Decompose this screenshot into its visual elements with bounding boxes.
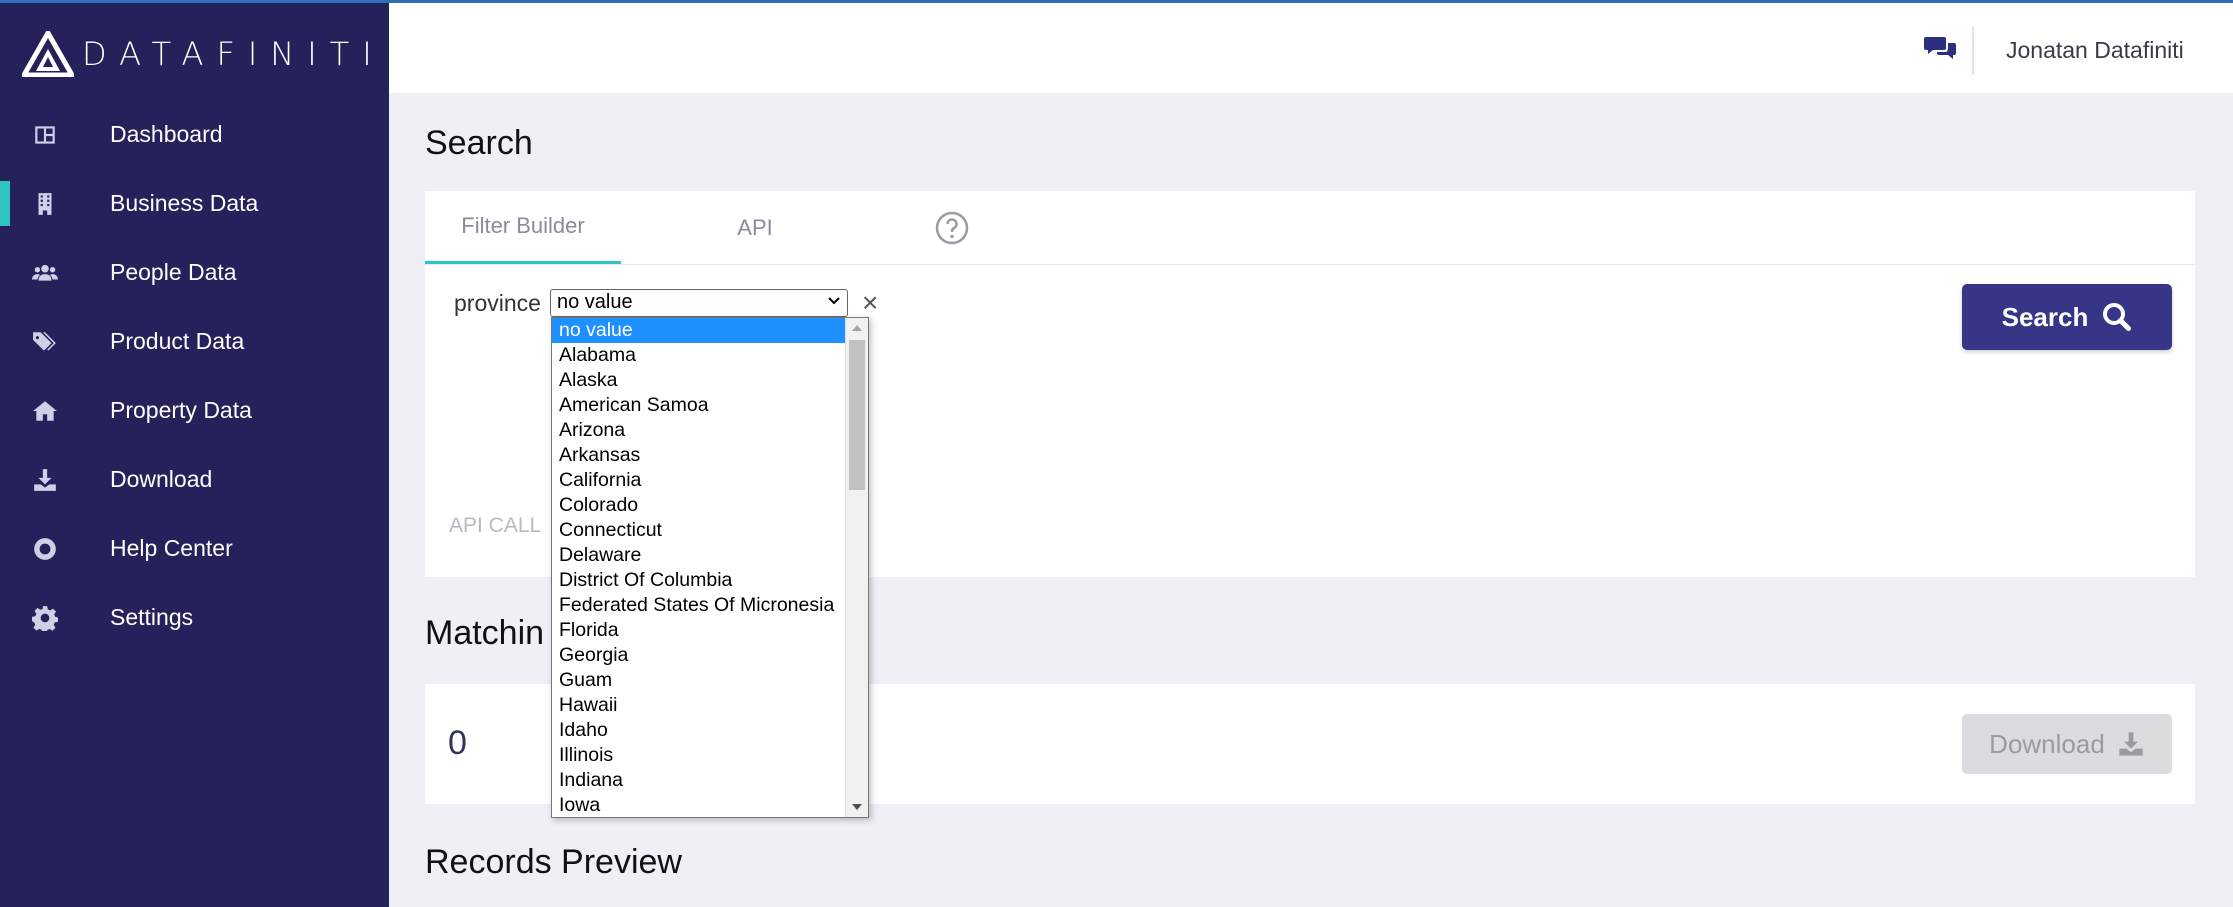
top-header: Jonatan Datafiniti bbox=[389, 3, 2233, 93]
search-heading: Search bbox=[425, 124, 533, 162]
province-select-value: no value bbox=[557, 291, 633, 313]
search-icon bbox=[2103, 303, 2132, 331]
sidebar-item-label: Dashboard bbox=[110, 121, 223, 147]
dropdown-option[interactable]: Idaho bbox=[552, 718, 846, 743]
api-calls-label: API CALL bbox=[449, 514, 542, 537]
top-accent-line bbox=[0, 0, 2233, 3]
download-icon bbox=[30, 465, 60, 495]
dropdown-option[interactable]: Florida bbox=[552, 618, 846, 643]
sidebar-item-property-data[interactable]: Property Data bbox=[0, 376, 389, 445]
building-icon bbox=[30, 189, 60, 219]
sidebar-item-people-data[interactable]: People Data bbox=[0, 238, 389, 307]
dropdown-scrollbar[interactable] bbox=[845, 318, 868, 817]
gear-icon bbox=[30, 603, 60, 633]
header-divider bbox=[1972, 27, 1974, 75]
dropdown-option[interactable]: Alaska bbox=[552, 368, 846, 393]
sidebar: DATAFINITI Dashboard Business Data Peopl… bbox=[0, 0, 389, 907]
datafiniti-logo-icon bbox=[22, 31, 74, 77]
dropdown-option[interactable]: Federated States Of Micronesia bbox=[552, 593, 846, 618]
sidebar-item-settings[interactable]: Settings bbox=[0, 583, 389, 652]
dropdown-options: no value Alabama Alaska American Samoa Arizo… bbox=[552, 318, 846, 817]
dropdown-option[interactable]: District Of Columbia bbox=[552, 568, 846, 593]
sidebar-item-label: Property Data bbox=[110, 397, 252, 423]
sidebar-item-dashboard[interactable]: Dashboard bbox=[0, 100, 389, 169]
sidebar-item-business-data[interactable]: Business Data bbox=[0, 169, 389, 238]
search-tabs: Filter Builder API bbox=[425, 191, 2195, 265]
chevron-down-icon bbox=[828, 297, 840, 305]
sidebar-item-help-center[interactable]: Help Center bbox=[0, 514, 389, 583]
sidebar-item-label: Help Center bbox=[110, 535, 233, 561]
sidebar-item-label: People Data bbox=[110, 259, 237, 285]
sidebar-nav: Dashboard Business Data People Data Prod… bbox=[0, 100, 389, 652]
dropdown-option[interactable]: Arizona bbox=[552, 418, 846, 443]
dropdown-option[interactable]: Iowa bbox=[552, 793, 846, 817]
sidebar-item-download[interactable]: Download bbox=[0, 445, 389, 514]
tags-icon bbox=[30, 327, 60, 357]
province-dropdown-list[interactable]: no value Alabama Alaska American Samoa Arizo… bbox=[551, 317, 869, 818]
life-ring-icon bbox=[30, 534, 60, 564]
records-preview-heading: Records Preview bbox=[425, 843, 682, 881]
province-filter-label: province bbox=[454, 290, 541, 316]
user-menu[interactable]: Jonatan Datafiniti bbox=[2006, 37, 2184, 64]
dropdown-option[interactable]: Delaware bbox=[552, 543, 846, 568]
sidebar-item-label: Download bbox=[110, 466, 213, 492]
tab-api[interactable]: API bbox=[720, 191, 790, 264]
home-icon bbox=[30, 396, 60, 426]
dropdown-option[interactable]: Indiana bbox=[552, 768, 846, 793]
scroll-down-arrow-icon[interactable] bbox=[852, 804, 862, 810]
logo[interactable]: DATAFINITI bbox=[22, 30, 385, 78]
clear-filter-button[interactable]: × bbox=[862, 287, 878, 319]
download-button-label: Download bbox=[1989, 728, 2105, 759]
question-circle-icon[interactable] bbox=[935, 211, 969, 245]
sidebar-item-product-data[interactable]: Product Data bbox=[0, 307, 389, 376]
dropdown-option[interactable]: Hawaii bbox=[552, 693, 846, 718]
scroll-up-arrow-icon[interactable] bbox=[852, 325, 862, 331]
dropdown-option[interactable]: Georgia bbox=[552, 643, 846, 668]
users-icon bbox=[30, 258, 60, 288]
download-icon bbox=[2119, 732, 2143, 756]
dropdown-option[interactable]: no value bbox=[552, 318, 846, 343]
sidebar-item-label: Business Data bbox=[110, 190, 259, 216]
dashboard-icon bbox=[30, 120, 60, 150]
dropdown-option[interactable]: Colorado bbox=[552, 493, 846, 518]
logo-text: DATAFINITI bbox=[82, 35, 385, 73]
dropdown-option[interactable]: Guam bbox=[552, 668, 846, 693]
search-button[interactable]: Search bbox=[1962, 284, 2172, 350]
dropdown-option[interactable]: California bbox=[552, 468, 846, 493]
dropdown-option[interactable]: Alabama bbox=[552, 343, 846, 368]
sidebar-item-label: Product Data bbox=[110, 328, 245, 354]
download-button[interactable]: Download bbox=[1962, 714, 2172, 774]
sidebar-item-label: Settings bbox=[110, 604, 194, 630]
scrollbar-thumb[interactable] bbox=[849, 340, 865, 490]
matching-heading: Matchin bbox=[425, 614, 545, 652]
matching-count: 0 bbox=[448, 724, 467, 762]
tab-filter-builder[interactable]: Filter Builder bbox=[425, 191, 621, 264]
dropdown-option[interactable]: Illinois bbox=[552, 743, 846, 768]
province-select[interactable]: no value bbox=[550, 289, 848, 317]
chat-icon[interactable] bbox=[1924, 33, 1956, 63]
dropdown-option[interactable]: Arkansas bbox=[552, 443, 846, 468]
dropdown-option[interactable]: American Samoa bbox=[552, 393, 846, 418]
dropdown-option[interactable]: Connecticut bbox=[552, 518, 846, 543]
search-button-label: Search bbox=[2001, 301, 2089, 332]
